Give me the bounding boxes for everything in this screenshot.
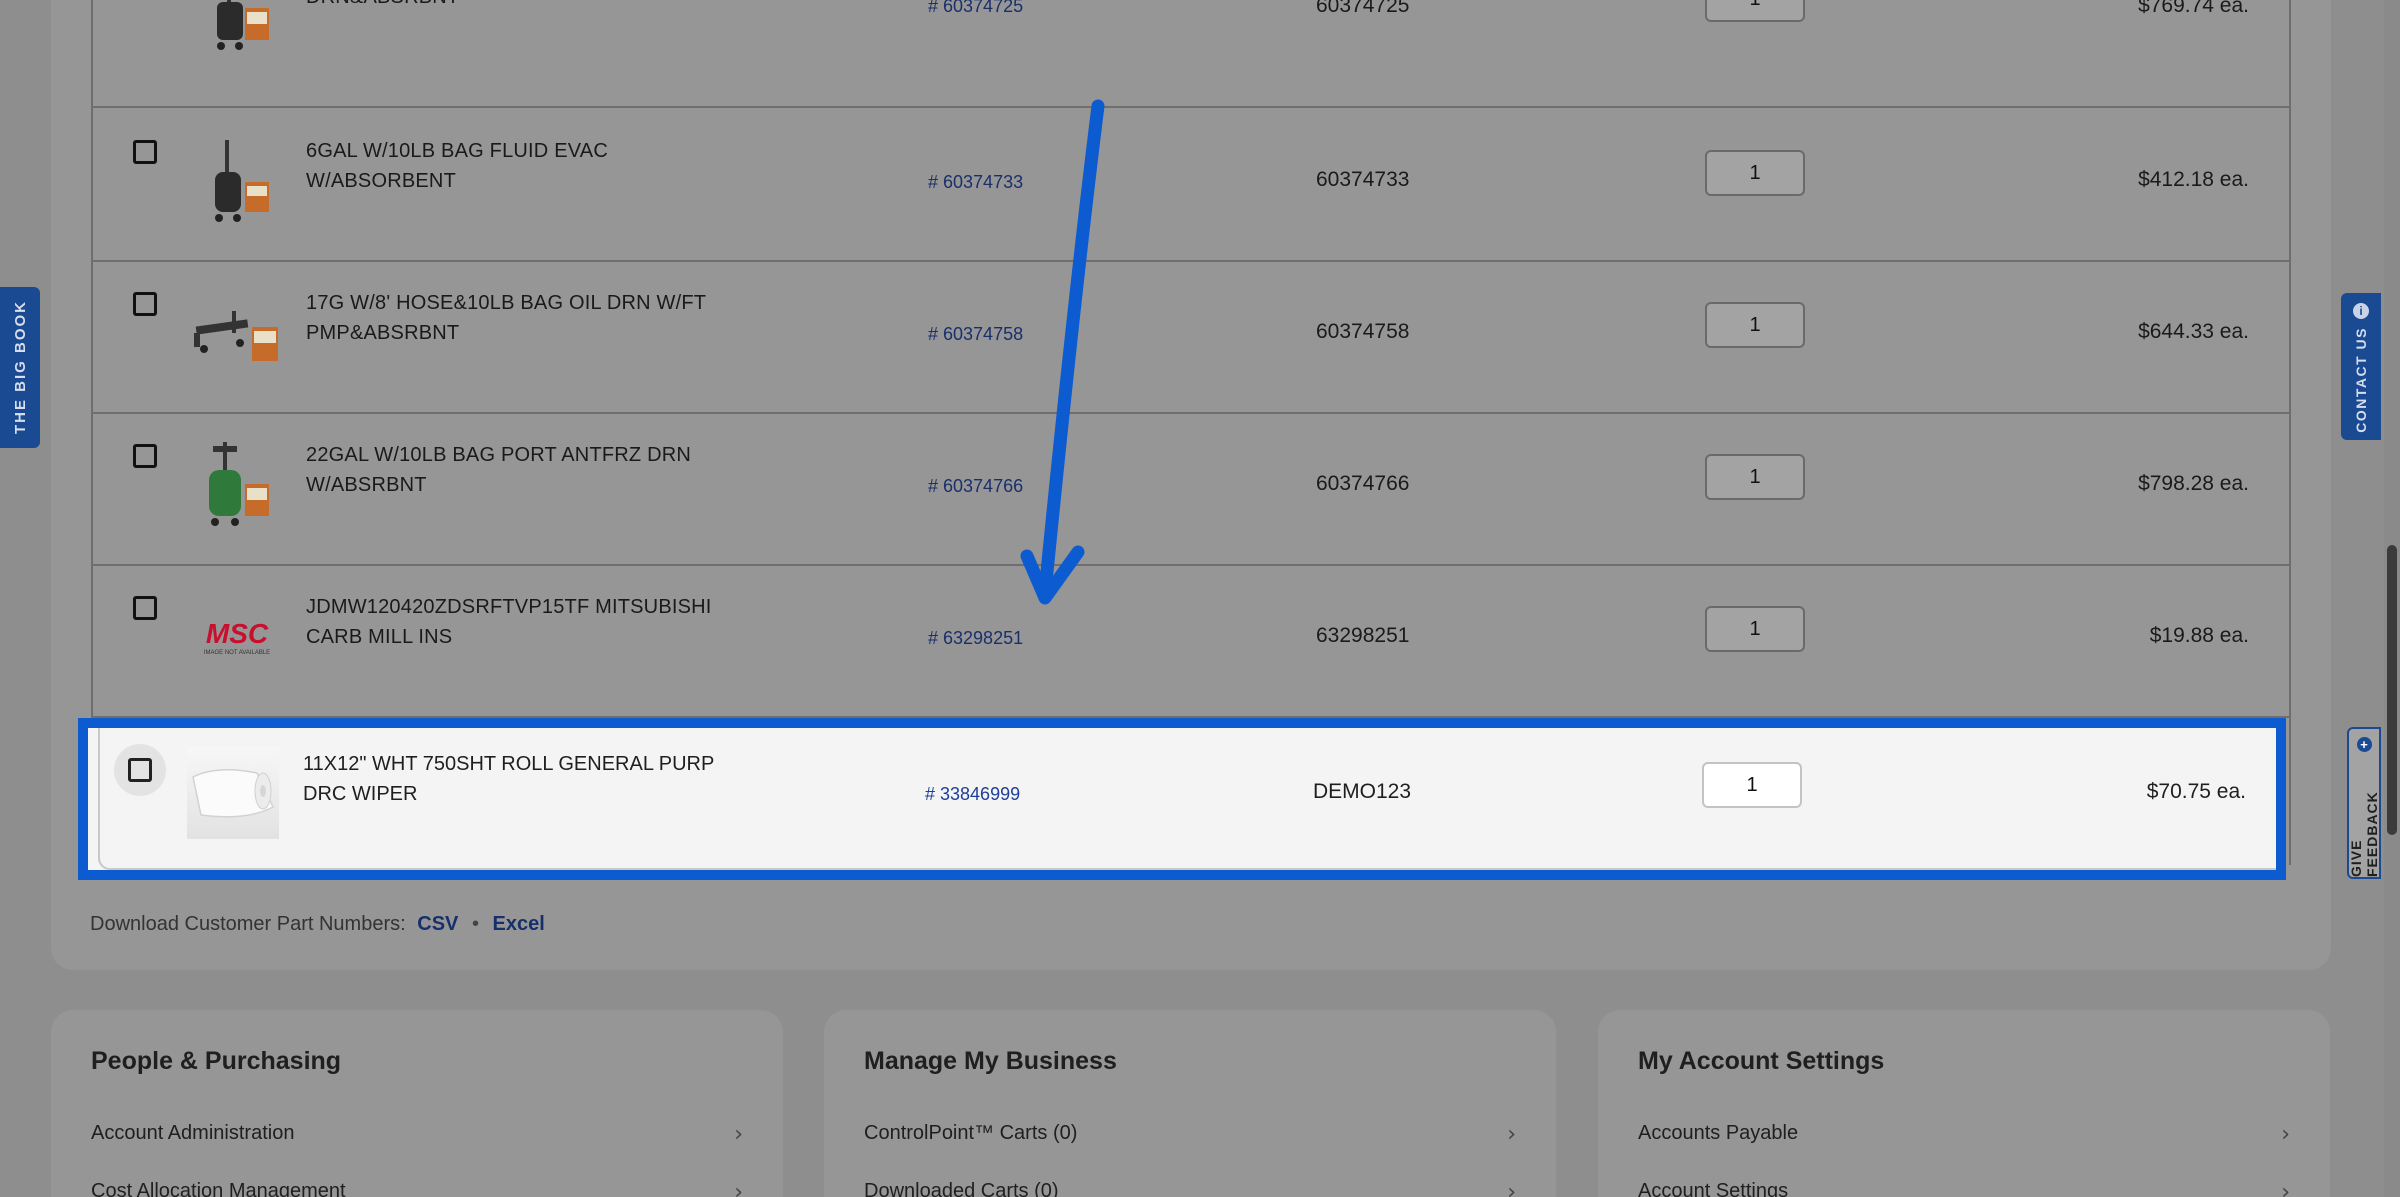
download-part-numbers: Download Customer Part Numbers: CSV • Ex…: [90, 913, 545, 936]
product-description[interactable]: JDMW120420ZDSRFTVP15TF MITSUBISHI CARB M…: [306, 592, 726, 652]
wiper-roll-icon: [192, 769, 274, 818]
scrollbar-thumb[interactable]: [2387, 545, 2397, 835]
product-description[interactable]: 22GAL W/10LB BAG PORT ANTFRZ DRN W/ABSRB…: [306, 440, 726, 500]
image-not-available-text: IMAGE NOT AVAILABLE: [203, 650, 271, 656]
unit-price: $70.75 ea.: [2146, 780, 2246, 803]
chevron-right-icon: ›: [1507, 1180, 1516, 1197]
unit-price: $412.18 ea.: [2138, 168, 2249, 191]
chevron-right-icon: ›: [734, 1122, 743, 1147]
give-feedback-tab[interactable]: + GIVE FEEDBACK: [2347, 727, 2381, 879]
download-excel-link[interactable]: Excel: [493, 913, 545, 935]
product-image: [190, 286, 284, 380]
panel-title: Manage My Business: [864, 1047, 1117, 1075]
fluid-evac-icon: [215, 140, 269, 222]
link-label: Cost Allocation Management: [91, 1180, 346, 1197]
quantity-input[interactable]: [1705, 150, 1805, 196]
row-checkbox[interactable]: [133, 596, 157, 620]
unit-price: $644.33 ea.: [2138, 320, 2249, 343]
quantity-input[interactable]: [1705, 606, 1805, 652]
panel-link-account-administration[interactable]: Account Administration ›: [91, 1122, 743, 1147]
quantity-input[interactable]: [1705, 454, 1805, 500]
product-description[interactable]: 6GAL W/10LB BAG FLUID EVAC W/ABSORBENT: [306, 136, 726, 196]
product-description[interactable]: 25GAL HD W/10LB BAG SLF-EVAC OIL DRN&ABS…: [306, 0, 726, 12]
customer-part-number: 60374725: [1316, 0, 1410, 17]
row-checkbox[interactable]: [133, 140, 157, 164]
people-purchasing-panel: People & Purchasing Account Administrati…: [51, 1010, 783, 1197]
separator-dot: •: [471, 913, 479, 935]
quantity-input[interactable]: [1702, 762, 1802, 808]
download-label: Download Customer Part Numbers:: [90, 913, 406, 935]
plus-icon: +: [2356, 737, 2372, 752]
oil-drain-cart-icon: [194, 311, 278, 361]
product-image: [190, 0, 284, 56]
info-icon: i: [2353, 303, 2369, 319]
chevron-right-icon: ›: [2281, 1122, 2290, 1147]
link-label: ControlPoint™ Carts (0): [864, 1122, 1078, 1144]
item-number-link[interactable]: # 60374758: [928, 324, 1023, 345]
product-description[interactable]: 17G W/8' HOSE&10LB BAG OIL DRN W/FT PMP&…: [306, 288, 726, 348]
unit-price: $798.28 ea.: [2138, 472, 2249, 495]
antifreeze-drain-icon: [209, 442, 269, 526]
account-settings-panel: My Account Settings Accounts Payable › Ac…: [1598, 1010, 2330, 1197]
item-number-link[interactable]: # 60374733: [928, 172, 1023, 193]
customer-part-number: 60374758: [1316, 320, 1410, 343]
table-row: 25GAL HD W/10LB BAG SLF-EVAC OIL DRN&ABS…: [93, 0, 2289, 108]
item-number-link[interactable]: # 33846999: [925, 784, 1020, 805]
link-label: Account Administration: [91, 1122, 295, 1144]
item-number-link[interactable]: # 60374766: [928, 476, 1023, 497]
msc-logo-text: MSC: [205, 618, 269, 649]
row-checkbox[interactable]: [128, 758, 152, 782]
panel-link-accounts-payable[interactable]: Accounts Payable ›: [1638, 1122, 2290, 1147]
panel-link-downloaded-carts[interactable]: Downloaded Carts (0) ›: [864, 1180, 1516, 1197]
quantity-input[interactable]: [1705, 302, 1805, 348]
table-row: 6GAL W/10LB BAG FLUID EVAC W/ABSORBENT #…: [93, 110, 2289, 262]
msc-logo-placeholder: MSC IMAGE NOT AVAILABLE: [190, 590, 284, 684]
contact-us-label: CONTACT US: [2353, 327, 2369, 433]
product-image: [190, 134, 284, 228]
page-scrollbar[interactable]: [2384, 0, 2400, 1197]
customer-part-number: 63298251: [1316, 624, 1410, 647]
item-number-link[interactable]: # 63298251: [928, 628, 1023, 649]
row-checkbox[interactable]: [133, 292, 157, 316]
item-number-link[interactable]: # 60374725: [928, 0, 1023, 17]
panel-title: People & Purchasing: [91, 1047, 342, 1075]
contact-us-tab[interactable]: i CONTACT US: [2341, 293, 2381, 440]
give-feedback-label: GIVE FEEDBACK: [2348, 791, 2380, 877]
manage-business-panel: Manage My Business ControlPoint™ Carts (…: [824, 1010, 1556, 1197]
highlighted-table-row: 11X12" WHT 750SHT ROLL GENERAL PURP DRC …: [78, 718, 2286, 880]
table-row: 17G W/8' HOSE&10LB BAG OIL DRN W/FT PMP&…: [93, 262, 2289, 414]
download-csv-link[interactable]: CSV: [417, 913, 458, 935]
quantity-input[interactable]: [1705, 0, 1805, 22]
customer-part-number: 60374766: [1316, 472, 1410, 495]
link-label: Account Settings: [1638, 1180, 1789, 1197]
product-description[interactable]: 11X12" WHT 750SHT ROLL GENERAL PURP DRC …: [303, 749, 723, 809]
table-row: 22GAL W/10LB BAG PORT ANTFRZ DRN W/ABSRB…: [93, 414, 2289, 566]
unit-price: $19.88 ea.: [2149, 624, 2249, 647]
panel-link-account-settings[interactable]: Account Settings ›: [1638, 1180, 2290, 1197]
link-label: Downloaded Carts (0): [864, 1180, 1059, 1197]
link-label: Accounts Payable: [1638, 1122, 1799, 1144]
chevron-right-icon: ›: [1507, 1122, 1516, 1147]
big-book-tab[interactable]: THE BIG BOOK: [0, 287, 40, 448]
big-book-label: THE BIG BOOK: [11, 300, 29, 435]
customer-part-number: 60374733: [1316, 168, 1410, 191]
chevron-right-icon: ›: [734, 1180, 743, 1197]
product-image: [187, 747, 279, 839]
table-row: MSC IMAGE NOT AVAILABLE JDMW120420ZDSRFT…: [93, 566, 2289, 718]
panel-link-cost-allocation[interactable]: Cost Allocation Management ›: [91, 1180, 743, 1197]
unit-price: $769.74 ea.: [2138, 0, 2249, 17]
customer-part-number: DEMO123: [1313, 780, 1412, 803]
product-image: [190, 438, 284, 532]
panel-link-controlpoint-carts[interactable]: ControlPoint™ Carts (0) ›: [864, 1122, 1516, 1147]
chevron-right-icon: ›: [2281, 1180, 2290, 1197]
row-checkbox[interactable]: [133, 444, 157, 468]
oil-drain-icon: [217, 0, 269, 50]
panel-title: My Account Settings: [1638, 1047, 1885, 1075]
